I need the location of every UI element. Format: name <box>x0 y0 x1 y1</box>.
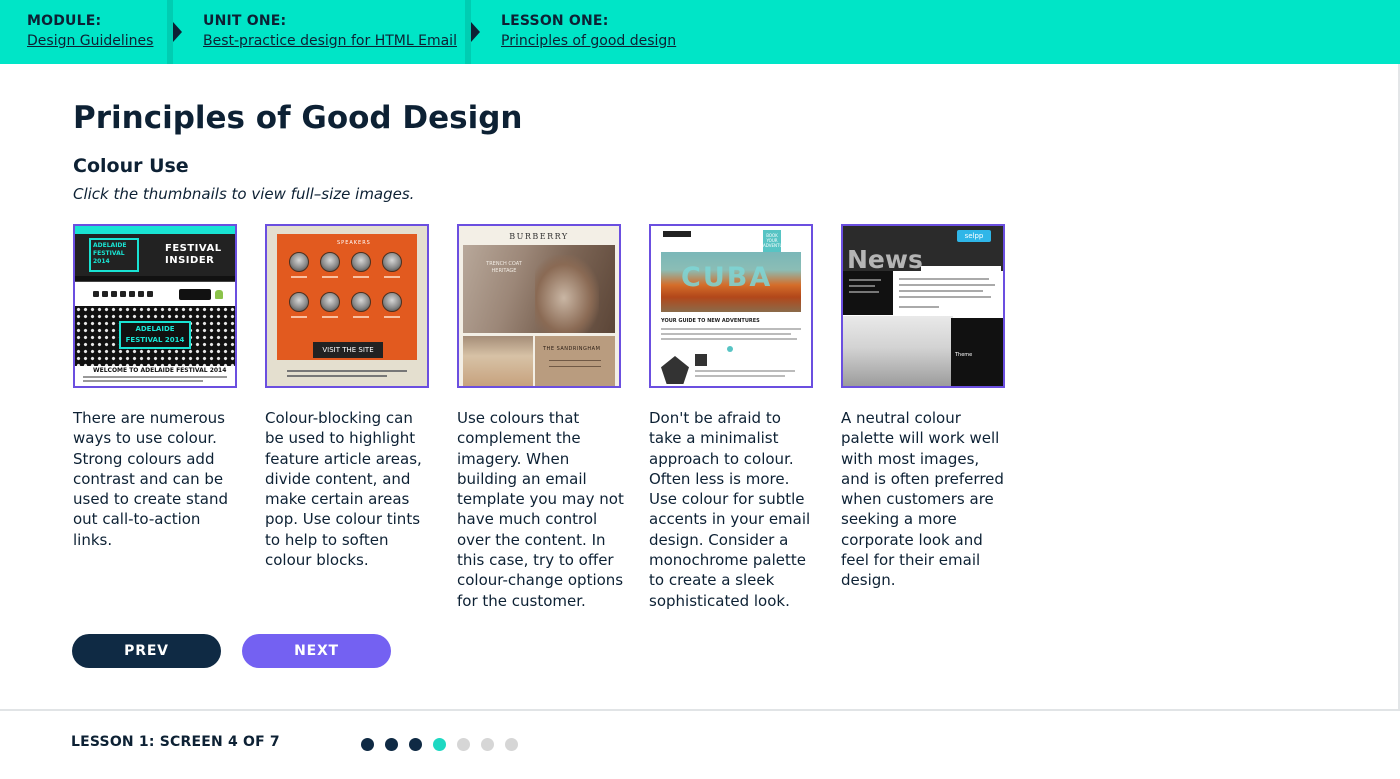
thumb-label-text: SPEAKERS <box>337 240 371 246</box>
example-description: There are numerous ways to use colour. S… <box>73 409 228 549</box>
thumb-heading-text: News <box>847 245 923 274</box>
email-thumbnail-burberry[interactable]: BURBERRY TRENCH COAT HERITAGE THE SANDRI… <box>457 224 621 388</box>
example-description: Don't be afraid to take a minimalist app… <box>649 409 811 610</box>
email-thumbnail-cuba[interactable]: BOOK YOUR ADVENTURE CUBA YOUR GUIDE TO N… <box>649 224 813 388</box>
breadcrumb-lesson-link[interactable]: Principles of good design <box>501 33 676 49</box>
page-title: Principles of Good Design <box>73 100 523 136</box>
thumb-panel-text: Theme <box>955 352 973 358</box>
example-card-2: SPEAKERS VISIT THE SITE Colour-blocking … <box>265 224 433 570</box>
next-button[interactable]: NEXT <box>242 634 391 668</box>
thumb-badge-text: ADELAIDE FESTIVAL 2014 <box>119 321 191 349</box>
thumb-brand-text: BURBERRY <box>509 232 569 241</box>
progress-dot-1[interactable] <box>361 738 374 751</box>
progress-label: LESSON 1: SCREEN 4 OF 7 <box>71 734 280 750</box>
email-thumbnail-selpp-news[interactable]: News selpp Theme <box>841 224 1005 388</box>
progress-dot-7[interactable] <box>505 738 518 751</box>
breadcrumb-arrow-icon <box>471 22 480 42</box>
thumb-brand-text: selpp <box>957 230 991 242</box>
thumb-headline-text: YOUR GUIDE TO NEW ADVENTURES <box>661 318 760 324</box>
thumb-heading-text: FESTIVAL INSIDER <box>165 243 222 266</box>
prev-button[interactable]: PREV <box>72 634 221 668</box>
thumb-welcome-text: WELCOME TO ADELAIDE FESTIVAL 2014 <box>93 367 227 374</box>
example-description: Use colours that complement the imagery.… <box>457 409 624 610</box>
example-description: Colour-blocking can be used to highlight… <box>265 409 422 570</box>
example-card-3: BURBERRY TRENCH COAT HERITAGE THE SANDRI… <box>457 224 625 611</box>
thumb-tag-text: BOOK YOUR ADVENTURE <box>763 230 788 252</box>
breadcrumb-arrow-icon <box>173 22 182 42</box>
thumb-hero-text: TRENCH COAT HERITAGE <box>486 261 522 274</box>
progress-dot-2[interactable] <box>385 738 398 751</box>
breadcrumb-lesson: LESSON ONE: Principles of good design <box>501 0 676 64</box>
section-subtitle: Colour Use <box>73 155 189 177</box>
instruction-text: Click the thumbnails to view full–size i… <box>73 185 415 203</box>
example-card-1: ADELAIDE FESTIVAL 2014 FESTIVAL INSIDER … <box>73 224 241 550</box>
breadcrumb-unit: UNIT ONE: Best-practice design for HTML … <box>203 0 457 64</box>
example-card-4: BOOK YOUR ADVENTURE CUBA YOUR GUIDE TO N… <box>649 224 817 611</box>
email-thumbnail-speakers[interactable]: SPEAKERS VISIT THE SITE <box>265 224 429 388</box>
breadcrumb: MODULE: Design Guidelines UNIT ONE: Best… <box>0 0 1400 64</box>
breadcrumb-unit-link[interactable]: Best-practice design for HTML Email <box>203 33 457 49</box>
breadcrumb-module-link[interactable]: Design Guidelines <box>27 33 153 49</box>
breadcrumb-module: MODULE: Design Guidelines <box>27 0 153 64</box>
progress-dot-6[interactable] <box>481 738 494 751</box>
thumb-side-text: THE SANDRINGHAM <box>543 346 601 352</box>
breadcrumb-unit-label: UNIT ONE: <box>203 13 287 29</box>
thumb-photo-text: CUBA <box>681 262 773 293</box>
progress-dot-5[interactable] <box>457 738 470 751</box>
breadcrumb-lesson-label: LESSON ONE: <box>501 13 609 29</box>
breadcrumb-module-label: MODULE: <box>27 13 102 29</box>
thumb-button-text: VISIT THE SITE <box>313 342 383 358</box>
progress-dot-4[interactable] <box>433 738 446 751</box>
thumb-logo-text: ADELAIDE FESTIVAL 2014 <box>89 238 139 272</box>
email-thumbnail-adelaide-festival[interactable]: ADELAIDE FESTIVAL 2014 FESTIVAL INSIDER … <box>73 224 237 388</box>
example-description: A neutral colour palette will work well … <box>841 409 1004 590</box>
example-card-5: News selpp Theme A neutral colour palett… <box>841 224 1009 591</box>
progress-dot-3[interactable] <box>409 738 422 751</box>
footer-divider <box>0 709 1400 711</box>
